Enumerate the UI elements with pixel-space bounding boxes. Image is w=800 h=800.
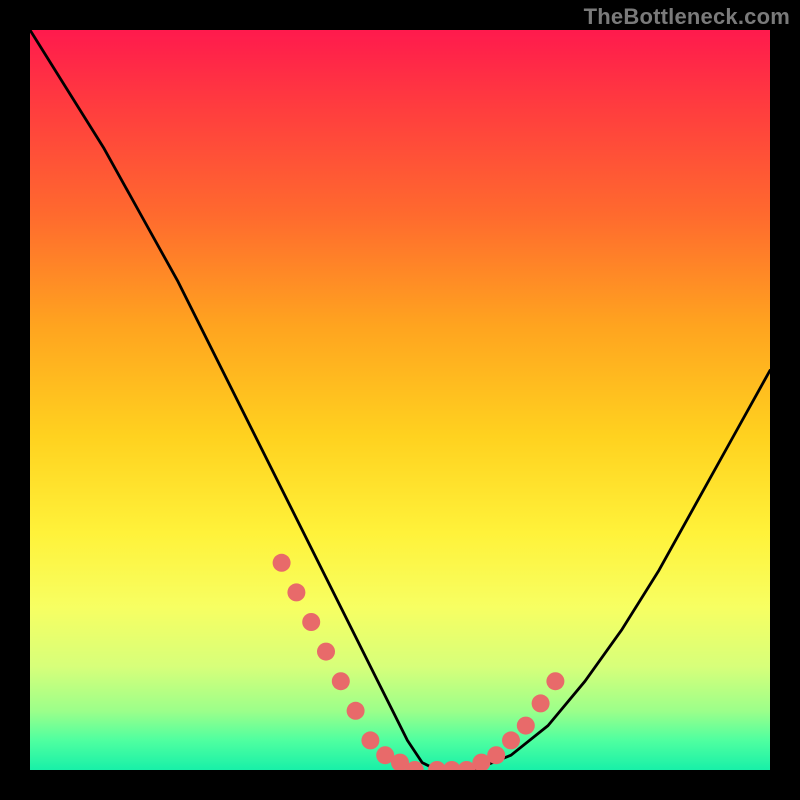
curve-marker [487, 746, 505, 764]
curve-marker [302, 613, 320, 631]
chart-svg [30, 30, 770, 770]
curve-marker [502, 731, 520, 749]
curve-marker [532, 694, 550, 712]
marker-group [273, 554, 565, 770]
curve-marker [546, 672, 564, 690]
curve-marker [347, 702, 365, 720]
watermark-text: TheBottleneck.com [584, 4, 790, 30]
curve-marker [273, 554, 291, 572]
chart-frame: TheBottleneck.com [0, 0, 800, 800]
curve-marker [287, 583, 305, 601]
bottleneck-curve [30, 30, 770, 770]
curve-marker [332, 672, 350, 690]
curve-marker [361, 731, 379, 749]
curve-marker [517, 717, 535, 735]
curve-marker [317, 643, 335, 661]
